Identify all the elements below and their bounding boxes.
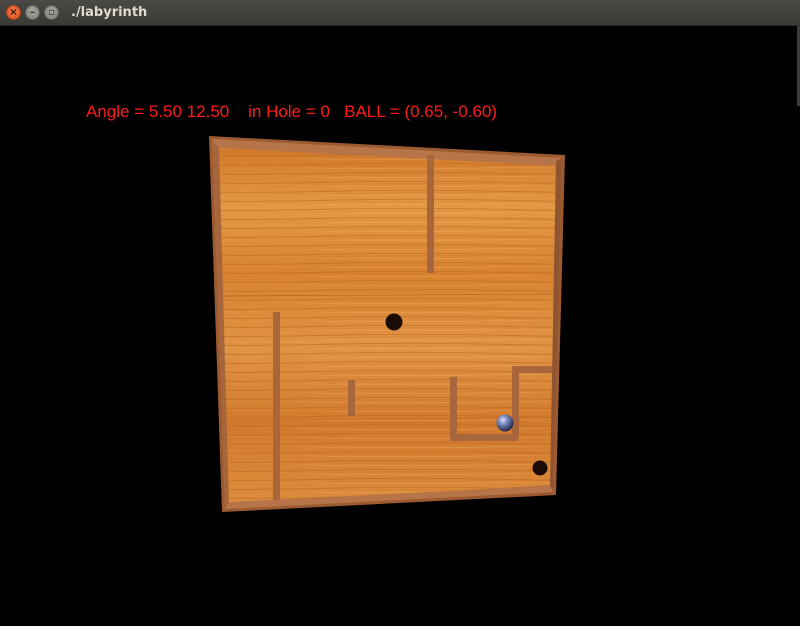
angle-y-value: 12.50	[186, 102, 230, 121]
angle-x-value: 5.50	[148, 102, 182, 121]
maze-wall	[450, 434, 518, 441]
in-hole-value: 0	[320, 102, 330, 121]
board-surface	[219, 147, 556, 505]
angle-label: Angle =	[86, 102, 145, 121]
maze-wall	[450, 377, 457, 441]
in-hole-label: in Hole =	[248, 102, 316, 121]
hole	[532, 460, 548, 476]
status-readout: Angle = 5.50 12.50 in Hole = 0 BALL = (0…	[86, 102, 497, 122]
ball	[496, 414, 514, 432]
maze-wall	[273, 312, 280, 500]
maze-wall	[512, 368, 519, 438]
maze-wall	[427, 155, 434, 273]
ball-position-value: (0.65, -0.60)	[404, 102, 498, 121]
maze-wall	[512, 366, 552, 373]
maze-wall	[348, 380, 355, 416]
hole	[385, 313, 403, 331]
app-window: × – ▫ ./labyrinth Angle = 5.50 12.50 in …	[0, 0, 800, 626]
ball-label: BALL =	[344, 102, 400, 121]
labyrinth-scene[interactable]	[0, 0, 800, 626]
